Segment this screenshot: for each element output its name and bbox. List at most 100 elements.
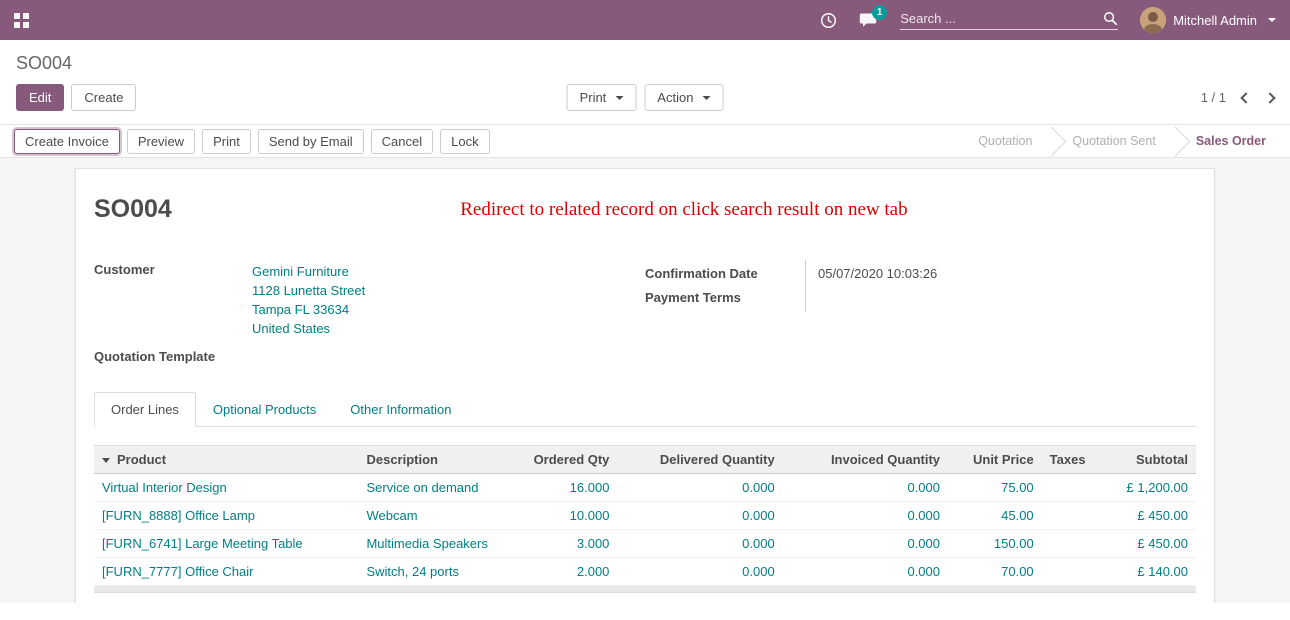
chevron-down-icon: [1268, 18, 1276, 22]
customer-name-link[interactable]: Gemini Furniture: [252, 262, 365, 281]
payment-terms-value: [818, 286, 937, 310]
chevron-down-icon: [615, 96, 623, 100]
cell-invoiced-qty: 0.000: [783, 530, 948, 558]
control-panel: Edit Create Print Action 1 / 1: [0, 74, 1290, 124]
cell-subtotal: £ 1,200.00: [1108, 474, 1196, 502]
cell-unit-price: 70.00: [948, 558, 1042, 586]
status-step-quotation-sent[interactable]: Quotation Sent: [1052, 125, 1175, 157]
pager-count: 1 / 1: [1201, 90, 1226, 105]
tab-optional-products[interactable]: Optional Products: [196, 392, 333, 427]
quotation-template-label: Quotation Template: [94, 347, 252, 366]
tab-other-information[interactable]: Other Information: [333, 392, 468, 427]
column-header-product[interactable]: Product: [94, 446, 358, 474]
table-header-row: Product Description Ordered Qty Delivere…: [94, 446, 1196, 474]
cell-unit-price: 75.00: [948, 474, 1042, 502]
cell-taxes: [1042, 474, 1108, 502]
top-navbar: 1 Mitchell Admin: [0, 0, 1290, 40]
cell-ordered-qty: 3.000: [513, 530, 618, 558]
sort-caret-icon: [102, 458, 110, 463]
confirmation-date-label: Confirmation Date: [645, 262, 795, 286]
payment-terms-label: Payment Terms: [645, 286, 795, 310]
search-icon[interactable]: [1103, 11, 1118, 26]
cell-description: Multimedia Speakers: [358, 530, 512, 558]
order-line-row[interactable]: [FURN_8888] Office Lamp Webcam 10.000 0.…: [94, 502, 1196, 530]
column-header-unit-price[interactable]: Unit Price: [948, 446, 1042, 474]
cell-ordered-qty: 2.000: [513, 558, 618, 586]
order-line-row[interactable]: [FURN_6741] Large Meeting Table Multimed…: [94, 530, 1196, 558]
action-dropdown-button[interactable]: Action: [644, 84, 723, 111]
cell-subtotal: £ 450.00: [1108, 530, 1196, 558]
status-pipeline: Quotation Quotation Sent Sales Order: [958, 125, 1290, 157]
create-button[interactable]: Create: [71, 84, 136, 111]
pager-next-icon[interactable]: [1264, 92, 1275, 103]
user-avatar: [1140, 7, 1166, 33]
column-header-taxes[interactable]: Taxes: [1042, 446, 1108, 474]
tab-order-lines[interactable]: Order Lines: [94, 392, 196, 427]
customer-city: Tampa FL 33634: [252, 300, 365, 319]
send-by-email-button[interactable]: Send by Email: [258, 129, 364, 154]
field-values-column: 05/07/2020 10:03:26: [805, 260, 937, 312]
activities-clock-icon[interactable]: [820, 12, 837, 29]
status-step-quotation[interactable]: Quotation: [958, 125, 1052, 157]
pager-previous-icon[interactable]: [1240, 92, 1251, 103]
create-invoice-button[interactable]: Create Invoice: [14, 129, 120, 154]
cell-delivered-qty: 0.000: [617, 474, 782, 502]
cell-description: Webcam: [358, 502, 512, 530]
breadcrumb: SO004: [0, 40, 1290, 74]
content-area: SO004 Redirect to related record on clic…: [0, 158, 1290, 603]
cell-delivered-qty: 0.000: [617, 502, 782, 530]
order-line-row[interactable]: Virtual Interior Design Service on deman…: [94, 474, 1196, 502]
order-line-row[interactable]: [FURN_7777] Office Chair Switch, 24 port…: [94, 558, 1196, 586]
chevron-down-icon: [702, 96, 710, 100]
customer-street: 1128 Lunetta Street: [252, 281, 365, 300]
sales-order-sheet: SO004 Redirect to related record on clic…: [75, 168, 1215, 603]
status-step-sales-order[interactable]: Sales Order: [1176, 125, 1286, 157]
preview-button[interactable]: Preview: [127, 129, 195, 154]
messages-icon[interactable]: 1: [859, 12, 878, 28]
column-header-description[interactable]: Description: [358, 446, 512, 474]
cell-product: [FURN_7777] Office Chair: [94, 558, 358, 586]
global-search: [900, 11, 1118, 30]
cancel-button[interactable]: Cancel: [371, 129, 433, 154]
field-group-right: Confirmation Date Payment Terms 05/07/20…: [645, 260, 1196, 366]
customer-label: Customer: [94, 260, 252, 340]
confirmation-date-value: 05/07/2020 10:03:26: [818, 262, 937, 286]
column-header-subtotal[interactable]: Subtotal: [1108, 446, 1196, 474]
cell-invoiced-qty: 0.000: [783, 474, 948, 502]
apps-menu-icon[interactable]: [14, 13, 29, 28]
cell-description: Switch, 24 ports: [358, 558, 512, 586]
lock-button[interactable]: Lock: [440, 129, 489, 154]
cell-invoiced-qty: 0.000: [783, 558, 948, 586]
cell-ordered-qty: 10.000: [513, 502, 618, 530]
customer-value[interactable]: Gemini Furniture 1128 Lunetta Street Tam…: [252, 260, 365, 340]
cell-unit-price: 150.00: [948, 530, 1042, 558]
cell-product: [FURN_8888] Office Lamp: [94, 502, 358, 530]
search-input[interactable]: [900, 11, 1103, 26]
cell-product: Virtual Interior Design: [94, 474, 358, 502]
cell-subtotal: £ 140.00: [1108, 558, 1196, 586]
statusbar: Create Invoice Preview Print Send by Ema…: [0, 124, 1290, 158]
cell-invoiced-qty: 0.000: [783, 502, 948, 530]
print-dropdown-button[interactable]: Print: [567, 84, 637, 111]
column-header-invoiced-qty[interactable]: Invoiced Quantity: [783, 446, 948, 474]
messages-badge: 1: [872, 5, 887, 20]
cell-taxes: [1042, 502, 1108, 530]
order-title: SO004: [94, 195, 172, 224]
field-group-left: Customer Gemini Furniture 1128 Lunetta S…: [94, 260, 645, 366]
cell-subtotal: £ 450.00: [1108, 502, 1196, 530]
edit-button[interactable]: Edit: [16, 84, 64, 111]
cell-taxes: [1042, 558, 1108, 586]
order-lines-table: Product Description Ordered Qty Delivere…: [94, 445, 1196, 586]
cell-delivered-qty: 0.000: [617, 530, 782, 558]
cell-unit-price: 45.00: [948, 502, 1042, 530]
cell-product: [FURN_6741] Large Meeting Table: [94, 530, 358, 558]
customer-country: United States: [252, 319, 365, 338]
cell-delivered-qty: 0.000: [617, 558, 782, 586]
column-header-delivered-qty[interactable]: Delivered Quantity: [617, 446, 782, 474]
column-header-ordered-qty[interactable]: Ordered Qty: [513, 446, 618, 474]
field-labels-column: Confirmation Date Payment Terms: [645, 260, 805, 312]
table-scroll-strip[interactable]: [94, 586, 1196, 593]
user-menu[interactable]: Mitchell Admin: [1140, 7, 1276, 33]
print-button[interactable]: Print: [202, 129, 251, 154]
user-name: Mitchell Admin: [1173, 13, 1257, 28]
